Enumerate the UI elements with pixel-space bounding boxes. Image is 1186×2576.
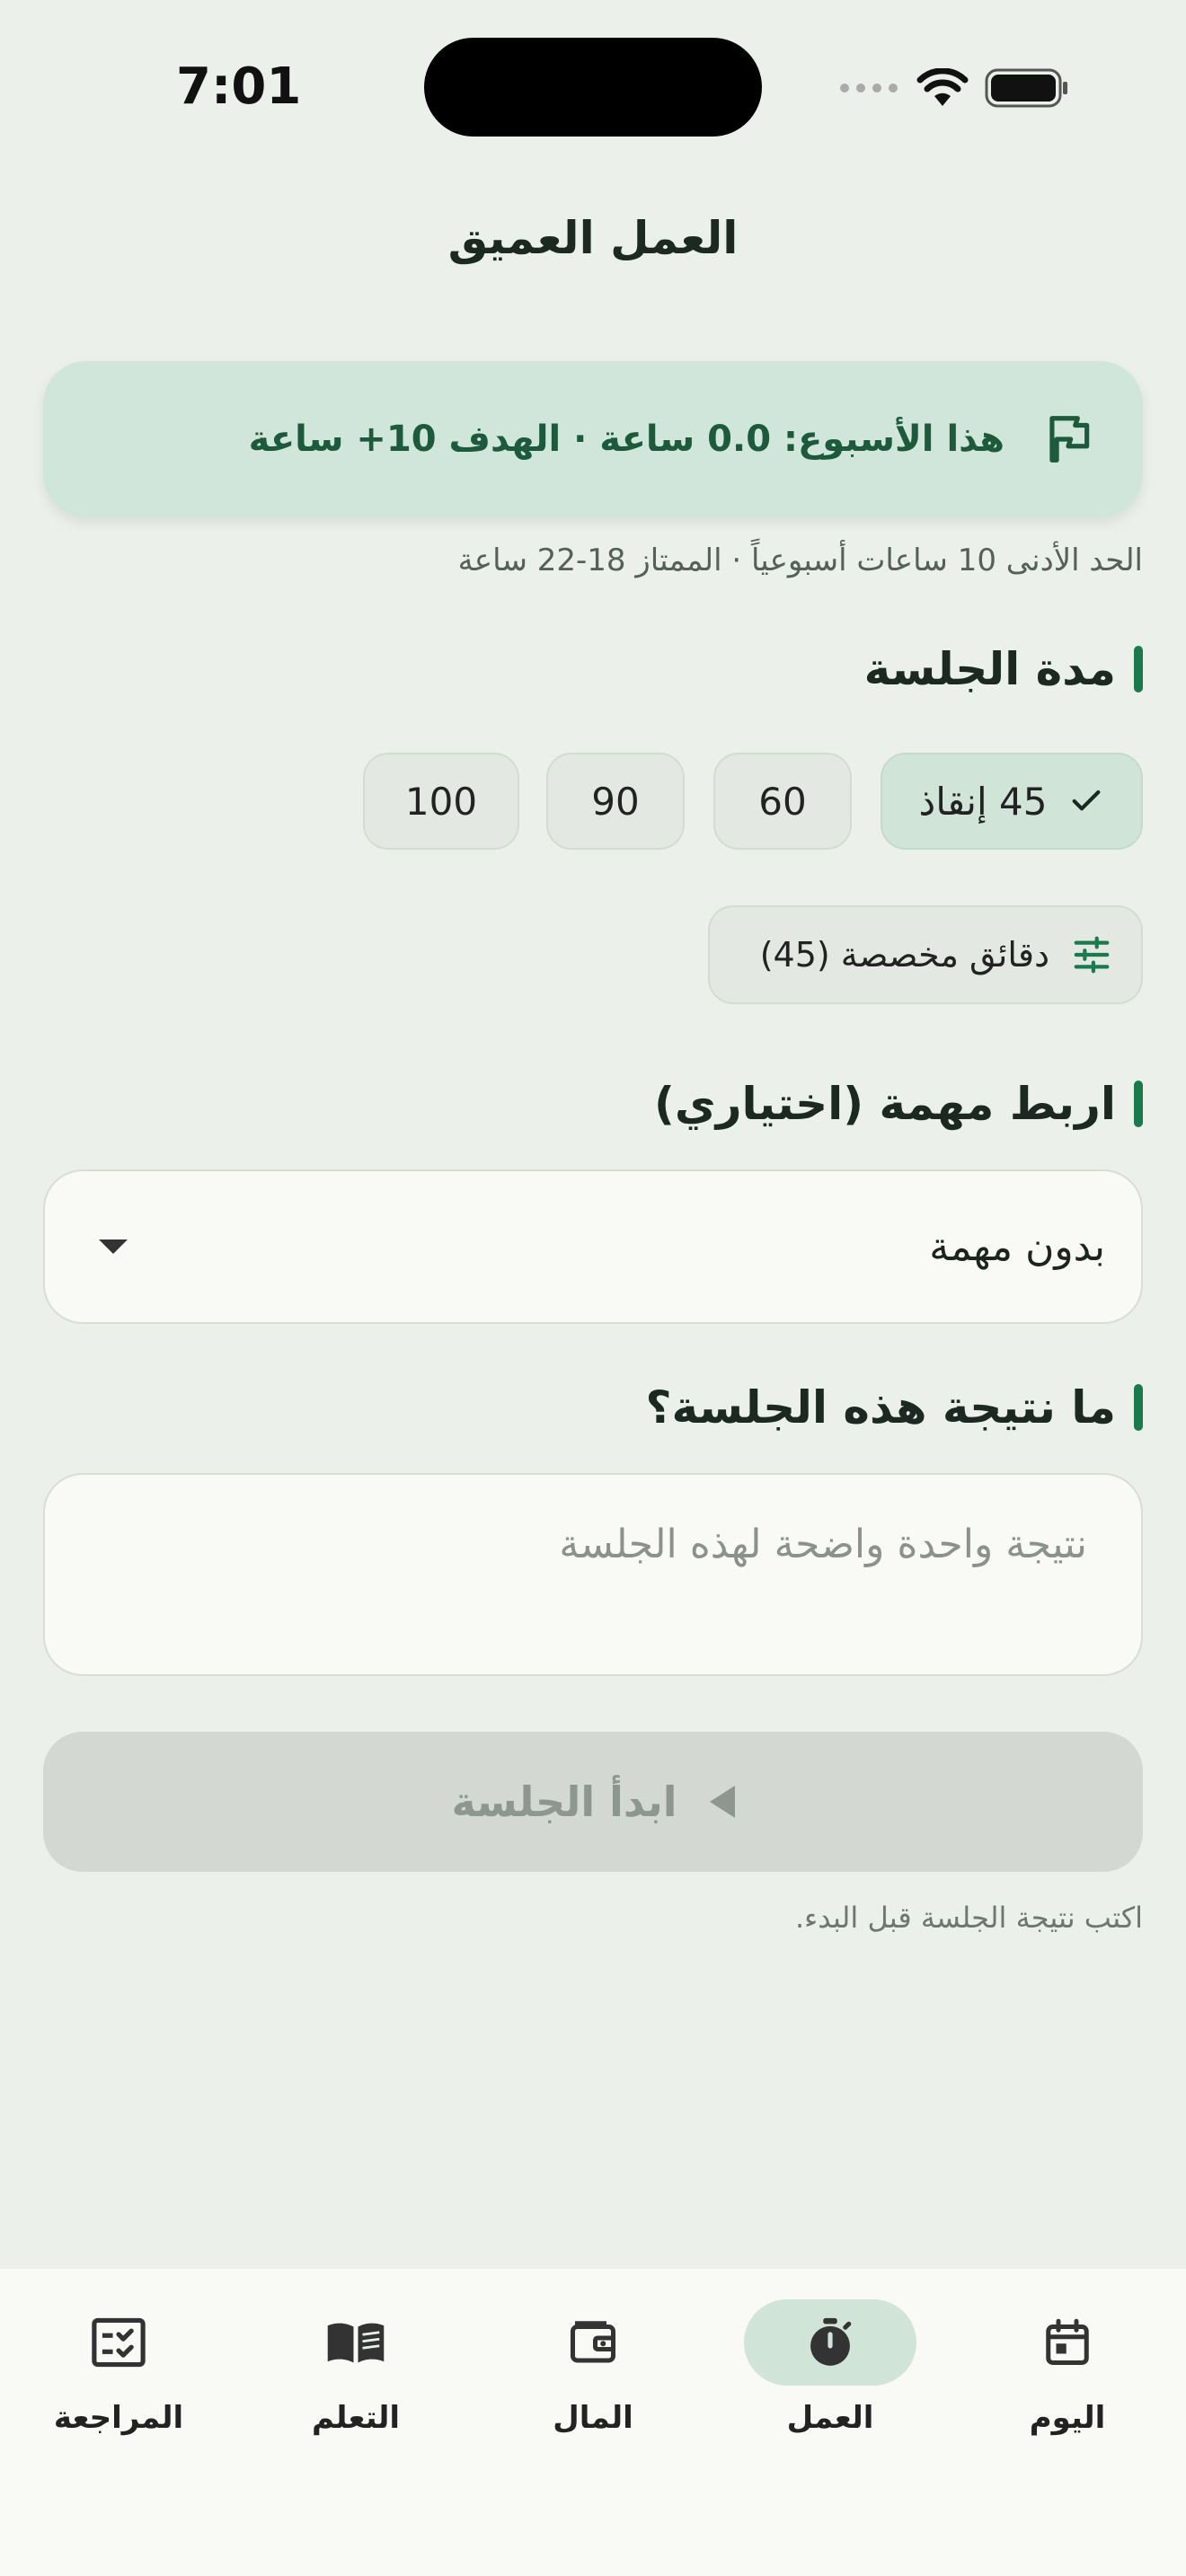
weekly-summary: هذا الأسبوع: 0.0 ساعة · الهدف 10+ ساعة [248, 419, 1005, 460]
weekly-goal-note: الحد الأدنى 10 ساعات أسبوعياً · الممتاز … [457, 543, 1143, 578]
signal-icon [840, 84, 898, 93]
task-heading-text: اربط مهمة (اختياري) [654, 1078, 1116, 1130]
duration-chip-label: 100 [404, 779, 478, 824]
nav-label-money: المال [553, 2400, 633, 2436]
outcome-field[interactable] [43, 1473, 1143, 1676]
heading-accent-bar [1134, 646, 1143, 693]
wallet-icon [571, 2321, 615, 2363]
duration-chip-100[interactable]: 100 [363, 753, 519, 850]
dynamic-island [424, 38, 762, 137]
wifi-icon [916, 68, 969, 106]
outcome-input[interactable] [99, 1522, 1087, 1567]
duration-heading-text: مدة الجلسة [863, 643, 1116, 695]
timer-icon [810, 2317, 852, 2366]
calendar-icon [1046, 2318, 1089, 2365]
nav-label-review: المراجعة [53, 2400, 184, 2436]
heading-accent-bar [1134, 1384, 1143, 1431]
duration-chip-label: 45 إنقاذ [918, 779, 1048, 824]
play-icon [709, 1786, 735, 1818]
nav-item-today[interactable]: اليوم [978, 2299, 1157, 2452]
duration-chip-90[interactable]: 90 [546, 753, 685, 850]
weekly-progress-banner: هذا الأسبوع: 0.0 ساعة · الهدف 10+ ساعة [43, 361, 1143, 517]
task-heading: اربط مهمة (اختياري) [654, 1078, 1143, 1130]
nav-label-learning: التعلم [311, 2400, 401, 2436]
flag-icon [1049, 416, 1090, 463]
custom-minutes-button[interactable]: دقائق مخصصة (45) [708, 905, 1143, 1004]
page-title: العمل العميق [447, 212, 739, 264]
nav-item-money[interactable]: المال [503, 2299, 683, 2452]
start-hint: اكتب نتيجة الجلسة قبل البدء. [794, 1901, 1143, 1935]
nav-item-work[interactable]: العمل [740, 2299, 920, 2452]
custom-minutes-label: دقائق مخصصة (45) [759, 935, 1049, 975]
duration-chip-60[interactable]: 60 [713, 753, 852, 850]
caret-down-icon [99, 1239, 128, 1254]
task-select-value: بدون مهمة [929, 1223, 1105, 1270]
start-session-button[interactable]: ابدأ الجلسة [43, 1732, 1143, 1872]
status-icons [839, 63, 1078, 113]
nav-item-review[interactable]: المراجعة [29, 2299, 208, 2452]
nav-label-today: اليوم [1029, 2400, 1106, 2436]
sliders-icon [1074, 936, 1110, 974]
duration-chip-45[interactable]: 45 إنقاذ [881, 753, 1143, 850]
start-session-label: ابدأ الجلسة [451, 1778, 677, 1826]
nav-label-work: العمل [786, 2400, 874, 2436]
battery-icon [985, 68, 1067, 108]
status-time: 7:01 [176, 57, 302, 116]
nav-item-learning[interactable]: التعلم [266, 2299, 446, 2452]
outcome-heading: ما نتيجة هذه الجلسة؟ [645, 1381, 1143, 1434]
check-icon [1073, 790, 1101, 811]
checklist-icon [92, 2317, 146, 2368]
duration-chip-label: 90 [591, 779, 640, 824]
task-select[interactable]: بدون مهمة [43, 1169, 1143, 1324]
book-icon [327, 2323, 385, 2363]
outcome-heading-text: ما نتيجة هذه الجلسة؟ [645, 1381, 1116, 1434]
duration-heading: مدة الجلسة [864, 643, 1143, 695]
duration-chip-label: 60 [758, 779, 807, 824]
heading-accent-bar [1134, 1081, 1143, 1127]
